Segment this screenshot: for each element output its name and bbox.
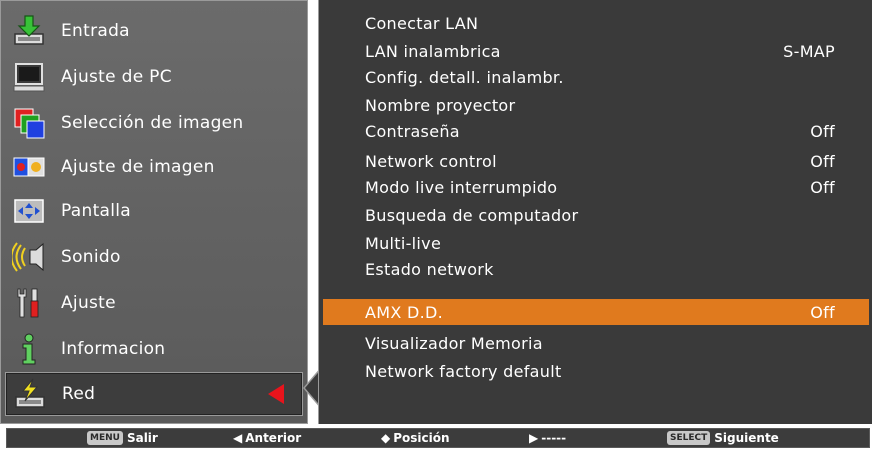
tools-icon (11, 285, 47, 321)
submenu-item-visualizador-memoria[interactable]: Visualizador Memoria (323, 330, 869, 356)
menu-item-label: Ajuste de imagen (61, 157, 215, 177)
menu-item-label: Pantalla (61, 201, 132, 221)
menu-key-icon: MENU (87, 431, 123, 445)
submenu-item-value: Off (810, 151, 835, 171)
main-menu-panel: Entrada Ajuste de PC Selección de imagen (0, 0, 308, 424)
hint-next-dashes: ----- (541, 431, 567, 445)
submenu-item-label: AMX D.D. (365, 302, 444, 322)
speaker-icon (11, 239, 47, 275)
image-select-icon (11, 105, 47, 141)
submenu-item-label: Busqueda de computador (365, 205, 579, 225)
submenu-item-value: S-MAP (783, 41, 835, 61)
submenu-panel: Conectar LAN LAN inalambrica S-MAP Confi… (318, 0, 872, 424)
menu-item-informacion[interactable]: Informacion (5, 327, 303, 371)
submenu-item-contrasena[interactable]: Contraseña Off (323, 118, 869, 144)
input-arrow-icon (11, 13, 47, 49)
hint-position-label: Posición (393, 431, 450, 445)
hint-select: SELECT Siguiente (667, 431, 779, 445)
hint-next-arrow: ▶ ----- (529, 431, 566, 445)
menu-item-label: Entrada (61, 21, 130, 41)
computer-monitor-icon (11, 59, 47, 95)
up-down-arrow-icon: ◆ (381, 431, 391, 445)
info-icon (11, 331, 47, 367)
selection-arrow-icon (268, 384, 284, 404)
submenu-item-network-control[interactable]: Network control Off (323, 148, 869, 174)
menu-item-pantalla[interactable]: Pantalla (5, 189, 303, 233)
select-key-icon: SELECT (667, 431, 711, 445)
hint-exit: MENU Salir (87, 431, 158, 445)
menu-item-label: Red (62, 384, 96, 404)
submenu-item-estado-network[interactable]: Estado network (323, 256, 869, 282)
image-adjust-icon (11, 149, 47, 185)
menu-item-ajuste[interactable]: Ajuste (5, 281, 303, 325)
submenu-item-nombre-proyector[interactable]: Nombre proyector (323, 92, 869, 118)
submenu-item-multi-live[interactable]: Multi-live (323, 230, 869, 256)
hint-previous: ◀ Anterior (233, 431, 301, 445)
right-arrow-icon: ▶ (529, 431, 539, 445)
menu-item-ajuste-de-imagen[interactable]: Ajuste de imagen (5, 145, 303, 189)
menu-item-label: Selección de imagen (61, 113, 244, 133)
menu-item-label: Sonido (61, 247, 121, 267)
network-icon (12, 376, 48, 412)
menu-item-red[interactable]: Red (5, 372, 303, 416)
menu-item-label: Informacion (61, 339, 166, 359)
hint-previous-label: Anterior (245, 431, 302, 445)
menu-item-label: Ajuste de PC (61, 67, 172, 87)
screen-arrows-icon (11, 193, 47, 229)
menu-item-label: Ajuste (61, 293, 116, 313)
submenu-item-label: LAN inalambrica (365, 41, 501, 61)
hint-exit-label: Salir (126, 431, 158, 445)
submenu-item-label: Estado network (365, 259, 494, 279)
menu-item-seleccion-de-imagen[interactable]: Selección de imagen (5, 101, 303, 145)
submenu-item-busqueda[interactable]: Busqueda de computador (323, 202, 869, 228)
submenu-item-config-detall[interactable]: Config. detall. inalambr. (323, 64, 869, 90)
hint-select-label: Siguiente (714, 431, 779, 445)
hint-position: ◆ Posición (381, 431, 450, 445)
key-hint-bar: MENU Salir ◀ Anterior ◆ Posición ▶ -----… (6, 428, 870, 448)
submenu-item-label: Nombre proyector (365, 95, 516, 115)
menu-item-entrada[interactable]: Entrada (5, 9, 303, 53)
menu-item-sonido[interactable]: Sonido (5, 235, 303, 279)
submenu-item-amx-dd[interactable]: AMX D.D. Off (323, 299, 869, 325)
submenu-item-label: Network factory default (365, 361, 562, 381)
submenu-item-conectar-lan[interactable]: Conectar LAN (323, 10, 869, 36)
submenu-item-value: Off (810, 302, 835, 322)
submenu-item-label: Multi-live (365, 233, 442, 253)
menu-item-ajuste-de-pc[interactable]: Ajuste de PC (5, 55, 303, 99)
submenu-item-label: Visualizador Memoria (365, 333, 543, 353)
submenu-item-label: Config. detall. inalambr. (365, 67, 564, 87)
submenu-item-label: Network control (365, 151, 497, 171)
submenu-item-label: Contraseña (365, 121, 460, 141)
submenu-item-network-factory-default[interactable]: Network factory default (323, 358, 869, 384)
left-arrow-icon: ◀ (233, 431, 243, 445)
submenu-item-modo-live[interactable]: Modo live interrumpido Off (323, 174, 869, 200)
submenu-item-value: Off (810, 121, 835, 141)
submenu-item-value: Off (810, 177, 835, 197)
submenu-item-label: Conectar LAN (365, 13, 479, 33)
submenu-item-label: Modo live interrumpido (365, 177, 558, 197)
submenu-item-lan-inalambrica[interactable]: LAN inalambrica S-MAP (323, 38, 869, 64)
